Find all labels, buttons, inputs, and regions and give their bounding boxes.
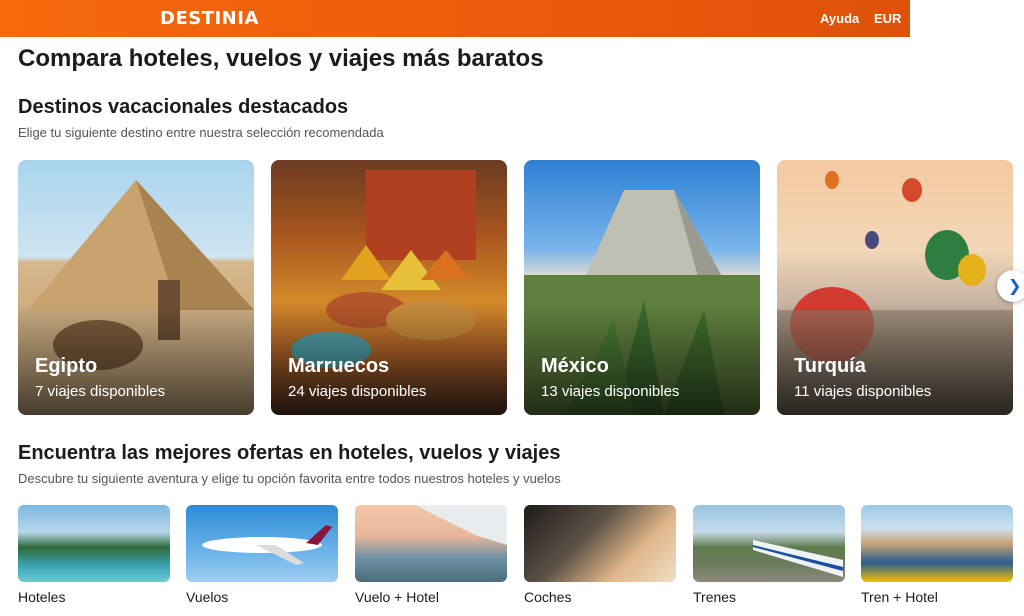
train-hotel-thumbnail (861, 505, 1013, 582)
top-navigation-bar: DESTINIA Ayuda EUR (0, 0, 1024, 37)
featured-destinations-subtitle: Elige tu siguiente destino entre nuestra… (18, 125, 384, 140)
cars-thumbnail (524, 505, 676, 582)
offer-label: Tren + Hotel (861, 589, 938, 605)
offer-cars[interactable]: Coches (524, 505, 676, 605)
destination-trip-count: 7 viajes disponibles (35, 383, 166, 400)
train-image (753, 540, 843, 577)
flight-hotel-thumbnail (355, 505, 507, 582)
featured-destinations-title: Destinos vacacionales destacados (18, 96, 349, 118)
offer-label: Coches (524, 589, 572, 605)
destination-name: Turquía (794, 355, 866, 377)
offer-flight-hotel[interactable]: Vuelo + Hotel (355, 505, 507, 605)
airplane-image (202, 525, 332, 565)
flights-thumbnail (186, 505, 338, 582)
destination-name: Marruecos (288, 355, 390, 377)
carousel-next-button[interactable]: ❯ (997, 270, 1024, 302)
wing-image (415, 505, 507, 545)
hotels-thumbnail (18, 505, 170, 582)
offer-train-hotel[interactable]: Tren + Hotel (861, 505, 1013, 605)
destination-trip-count: 24 viajes disponibles (288, 383, 427, 400)
trains-thumbnail (693, 505, 845, 582)
offer-label: Hoteles (18, 589, 66, 605)
offer-label: Trenes (693, 589, 737, 605)
offers-title: Encuentra las mejores ofertas en hoteles… (18, 442, 561, 464)
page-title: Compara hoteles, vuelos y viajes más bar… (18, 45, 544, 72)
offer-label: Vuelo + Hotel (355, 589, 439, 605)
destination-name: Egipto (35, 355, 98, 377)
destination-trip-count: 11 viajes disponibles (794, 383, 932, 400)
offer-label: Vuelos (186, 589, 229, 605)
destination-trip-count: 13 viajes disponibles (541, 383, 680, 400)
destination-card-mexico[interactable]: México 13 viajes disponibles (524, 160, 760, 415)
offer-flights[interactable]: Vuelos (186, 505, 338, 605)
offers-subtitle: Descubre tu siguiente aventura y elige t… (18, 471, 561, 486)
destination-name: México (541, 355, 609, 377)
chevron-right-icon: ❯ (1008, 278, 1022, 295)
destination-card-egypt[interactable]: Egipto 7 viajes disponibles (18, 160, 254, 415)
header-right-area (910, 0, 1024, 37)
offer-hotels[interactable]: Hoteles (18, 505, 170, 605)
currency-selector[interactable]: EUR (874, 11, 901, 26)
brand-logo[interactable]: DESTINIA (160, 8, 259, 29)
help-link[interactable]: Ayuda (820, 11, 859, 26)
destination-card-morocco[interactable]: Marruecos 24 viajes disponibles (271, 160, 507, 415)
destination-card-turkey[interactable]: Turquía 11 viajes disponibles (777, 160, 1013, 415)
offer-trains[interactable]: Trenes (693, 505, 845, 605)
